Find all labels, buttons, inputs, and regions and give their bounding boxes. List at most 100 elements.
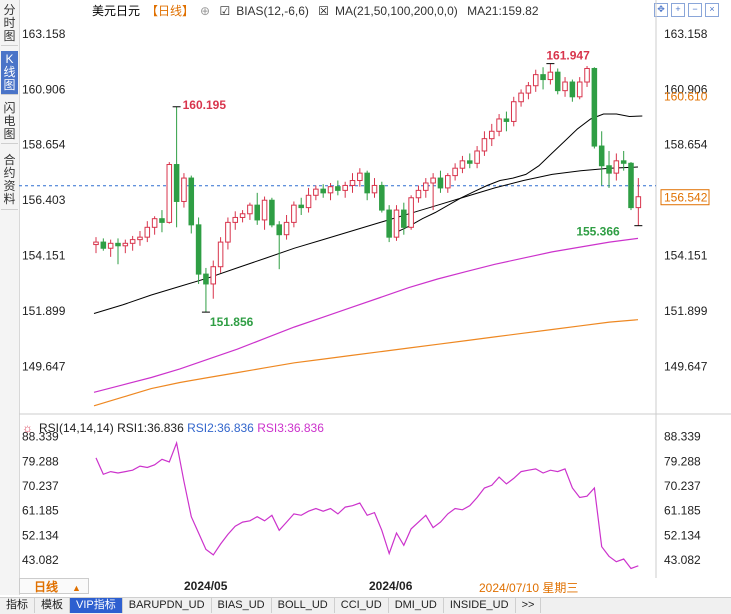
rsi-tick-label: 70.237 [22,479,59,493]
candle-body [466,160,473,164]
candle-body [474,150,480,164]
candle-body [232,216,239,223]
tab-cci[interactable]: CCI_UD [335,598,389,613]
rsi-tick-label: 88.339 [664,430,701,444]
rsi-tick-label: 43.082 [664,553,701,567]
sun-icon[interactable]: ☼ [22,421,33,435]
candle-body [291,204,297,223]
price-tick-label: 149.647 [664,360,708,374]
candle-body [584,67,590,83]
candle-body [225,221,231,243]
candle-body [532,74,539,87]
candle-body [628,162,634,209]
rsi-header: ☼ RSI(14,14,14) RSI1:36.836 RSI2:36.836 R… [22,421,324,435]
candle-body [371,184,378,194]
tab-more[interactable]: >> [516,598,542,613]
candle-body [217,241,224,268]
candle-body [408,197,414,228]
price-tick-label: 151.899 [22,304,66,318]
candle-body [144,226,151,238]
candle-body [488,130,495,140]
candle-body [269,199,275,226]
candle-body [379,184,385,211]
candle-body [437,177,444,189]
candle-body [254,204,261,221]
candle-body [364,172,370,194]
candle-body [598,145,605,167]
candle-body [606,165,612,174]
candle-body [195,224,202,275]
candle-body [122,242,129,247]
extreme-label: 155.366 [576,225,620,239]
candle-body [635,196,642,209]
rsi-tick-label: 79.288 [664,454,701,468]
last-price-label: 156.542 [664,191,708,205]
candle-body [173,164,180,202]
extreme-label: 160.195 [183,98,227,112]
extreme-label: 161.947 [546,49,590,63]
tab-dmi[interactable]: DMI_UD [389,598,444,613]
candle-body [525,85,532,94]
tab-template[interactable]: 模板 [35,598,70,613]
rsi1-value: RSI1:36.836 [117,421,184,435]
rsi-label[interactable]: RSI(14,14,14) [39,421,114,435]
candle-body [335,186,341,191]
time-axis-bar: 日线 ▲ 2024/05 2024/06 2024/07/10 星期三 [19,578,731,596]
candle-body [357,172,363,182]
indicator-tab-bar: 指标 模板 VIP指标 BARUPDN_UD BIAS_UD BOLL_UD CCI_UD D… [0,597,731,614]
candle-body [115,242,121,247]
candle-body [540,74,546,81]
candle-body [298,204,304,209]
ma100-line [93,237,639,393]
tab-indicator[interactable]: 指标 [0,598,35,613]
candle-body [261,199,268,221]
candle-body [569,81,576,98]
tab-vip-indicator[interactable]: VIP指标 [70,598,123,613]
tab-bias[interactable]: BIAS_UD [212,598,272,613]
candle-body [620,160,627,164]
price-tick-label: 158.654 [664,138,708,152]
price-tick-label: 163.158 [664,27,708,41]
candle-body [151,218,158,228]
candle-body [159,218,165,223]
candle-body [401,209,407,228]
candle-body [547,71,554,81]
rsi3-value: RSI3:36.836 [257,421,324,435]
candle-body [481,138,488,152]
candle-body [320,188,326,194]
candle-body [452,167,458,177]
price-tick-label: 154.151 [664,249,708,263]
candle-body [430,177,436,184]
period-selector[interactable]: 日线 ▲ [19,578,89,594]
ma200-line [93,319,639,407]
candle-body [459,160,466,169]
candle-body [393,209,400,238]
candle-body [276,224,282,236]
price-tick-label: 158.654 [22,138,66,152]
rsi-tick-label: 52.134 [664,528,701,542]
candle-body [342,184,348,191]
rsi-line [95,440,639,570]
price-tick-label: 149.647 [22,360,66,374]
candle-body [349,180,356,186]
rsi-tick-label: 70.237 [664,479,701,493]
tab-inside[interactable]: INSIDE_UD [444,598,516,613]
candle-body [210,266,217,285]
candle-body [554,71,561,92]
candle-body [203,273,209,285]
candle-body [503,118,510,122]
candle-body [327,186,334,194]
tab-boll[interactable]: BOLL_UD [272,598,335,613]
candle-body [181,177,187,202]
price-tick-label: 154.151 [22,249,66,263]
candle-body [386,209,392,238]
rsi-tick-label: 61.185 [664,504,701,518]
candle-body [423,182,429,191]
chart-canvas[interactable]: 163.158 163.158160.906 160.906158.654 158.6… [0,0,731,578]
candle-body [188,177,195,226]
tab-barupdn[interactable]: BARUPDN_UD [123,598,212,613]
date-label: 2024/06 [369,579,413,593]
candle-body [166,164,173,223]
candle-body [239,213,246,218]
candle-body [518,92,524,103]
